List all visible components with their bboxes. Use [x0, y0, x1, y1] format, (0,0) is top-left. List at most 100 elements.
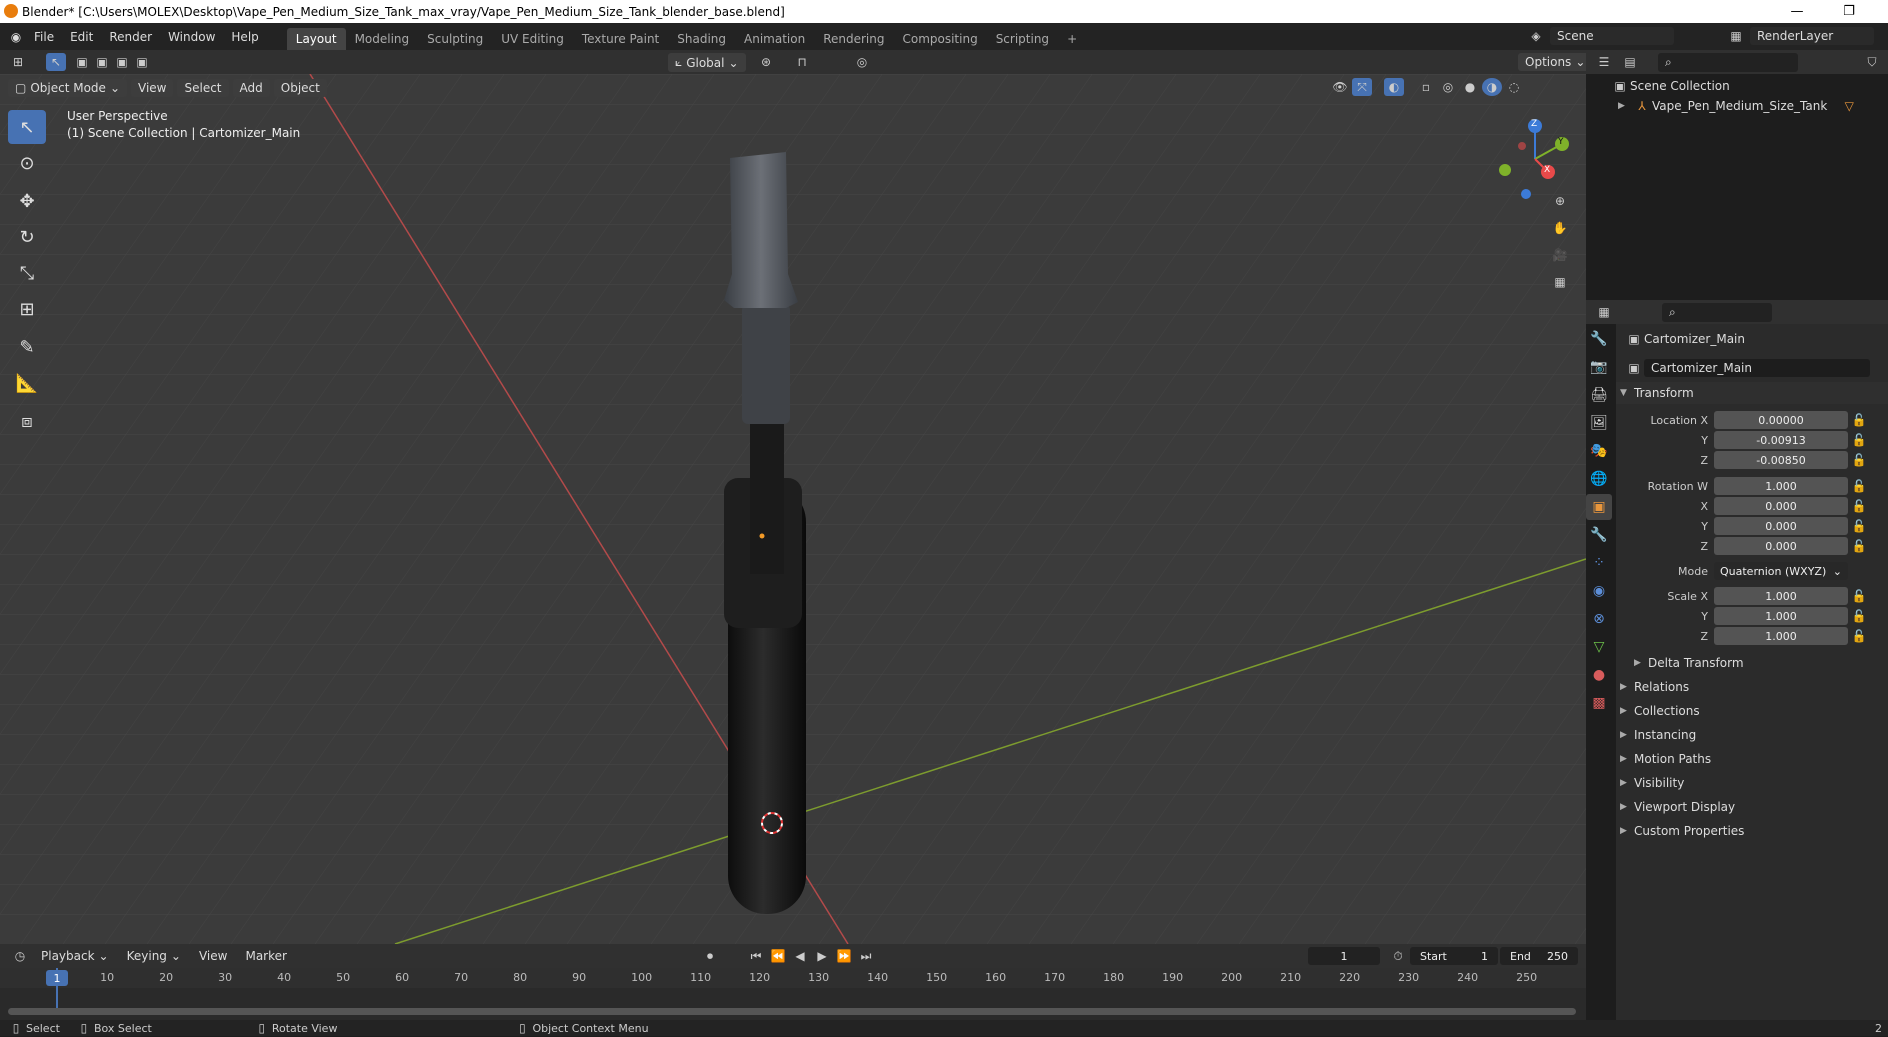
select-mode-extend-icon[interactable]: ▣: [92, 53, 112, 71]
visibility-icon[interactable]: 👁: [1330, 78, 1350, 96]
panel-collections[interactable]: ▶ Collections: [1616, 700, 1888, 722]
camera-view-icon[interactable]: 🎥: [1550, 246, 1570, 264]
tab-texture-paint[interactable]: Texture Paint: [573, 28, 668, 50]
navigation-gizmo[interactable]: Z Y X: [1490, 114, 1580, 204]
annotate-tool-icon[interactable]: ✎: [8, 330, 46, 364]
view-layer-tab-icon[interactable]: 🖼: [1586, 410, 1612, 436]
scene-tab-icon[interactable]: 🎭: [1586, 438, 1612, 464]
viewport-menu-view[interactable]: View: [131, 79, 174, 97]
renderlayer-field[interactable]: RenderLayer: [1750, 27, 1874, 45]
menu-edit[interactable]: Edit: [62, 30, 101, 44]
location-x-field[interactable]: 0.00000: [1714, 411, 1848, 429]
next-keyframe-icon[interactable]: ⏩: [834, 947, 854, 965]
physics-tab-icon[interactable]: ◉: [1586, 578, 1612, 604]
rendered-shading-icon[interactable]: ◌: [1504, 78, 1524, 96]
orientation-dropdown[interactable]: ⟀ Global ⌄: [668, 53, 746, 72]
properties-editor-icon[interactable]: ▦: [1594, 303, 1614, 321]
pan-hand-icon[interactable]: ✋: [1550, 219, 1570, 237]
tab-rendering[interactable]: Rendering: [814, 28, 893, 50]
options-button[interactable]: Options ⌄: [1518, 53, 1593, 71]
object-tab-icon[interactable]: ▣: [1586, 494, 1612, 520]
display-mode-icon[interactable]: ▤: [1620, 53, 1640, 71]
wireframe-shading-icon[interactable]: ◎: [1438, 78, 1458, 96]
ortho-grid-icon[interactable]: ▦: [1550, 273, 1570, 291]
rotation-w-field[interactable]: 1.000: [1714, 477, 1848, 495]
menu-render[interactable]: Render: [101, 30, 160, 44]
texture-tab-icon[interactable]: ▩: [1586, 690, 1612, 716]
timeline-menu-marker[interactable]: Marker: [238, 947, 293, 965]
scale-y-field[interactable]: 1.000: [1714, 607, 1848, 625]
viewport-menu-select[interactable]: Select: [177, 79, 229, 97]
lock-icon[interactable]: 🔓: [1852, 477, 1867, 495]
output-tab-icon[interactable]: 🖨: [1586, 382, 1612, 408]
panel-motion-paths[interactable]: ▶ Motion Paths: [1616, 748, 1888, 770]
transform-tool-icon[interactable]: ⊞: [8, 292, 46, 326]
panel-transform[interactable]: ▼ Transform: [1616, 382, 1888, 404]
lock-icon[interactable]: 🔓: [1852, 517, 1867, 535]
scale-z-field[interactable]: 1.000: [1714, 627, 1848, 645]
outliner-root[interactable]: ▣ Scene Collection: [1610, 76, 1888, 96]
playhead-frame-label[interactable]: 1: [46, 970, 68, 986]
lock-icon[interactable]: 🔓: [1852, 587, 1867, 605]
play-reverse-icon[interactable]: ◀: [790, 947, 810, 965]
minimize-button[interactable]: —: [1774, 0, 1820, 23]
blender-menu-icon[interactable]: ◉: [6, 28, 26, 46]
particles-tab-icon[interactable]: ⁘: [1586, 550, 1612, 576]
rotate-tool-icon[interactable]: ↻: [8, 220, 46, 254]
record-icon[interactable]: ⏺: [700, 947, 720, 965]
outliner-search-input[interactable]: ⌕: [1658, 52, 1798, 72]
scale-tool-icon[interactable]: ⤡: [8, 256, 46, 290]
mode-dropdown[interactable]: ▢ Object Mode ⌄: [8, 79, 127, 97]
location-z-field[interactable]: -0.00850: [1714, 451, 1848, 469]
lock-icon[interactable]: 🔓: [1852, 497, 1867, 515]
tab-uv-editing[interactable]: UV Editing: [492, 28, 573, 50]
jump-end-icon[interactable]: ⏭: [856, 947, 876, 965]
restore-button[interactable]: ❐: [1826, 0, 1872, 23]
xray-toggle-icon[interactable]: ▫: [1416, 78, 1436, 96]
frame-end-field[interactable]: End 250: [1500, 947, 1578, 965]
rotation-y-field[interactable]: 0.000: [1714, 517, 1848, 535]
tab-sculpting[interactable]: Sculpting: [418, 28, 492, 50]
frame-ruler[interactable]: 10 20 30 40 50 60 70 80 90 100 110 120 130 140 150 160 1…: [0, 968, 1586, 988]
tab-compositing[interactable]: Compositing: [893, 28, 986, 50]
stopwatch-icon[interactable]: ⏱: [1388, 947, 1408, 965]
timeline-scrollbar[interactable]: [8, 1008, 1576, 1015]
solid-shading-icon[interactable]: ●: [1460, 78, 1480, 96]
menu-help[interactable]: Help: [223, 30, 266, 44]
tool-tab-icon[interactable]: 🔧: [1586, 326, 1612, 352]
panel-custom-properties[interactable]: ▶ Custom Properties: [1616, 820, 1888, 842]
3d-viewport[interactable]: ▢ Object Mode ⌄ View Select Add Object 👁…: [0, 74, 1586, 944]
tab-animation[interactable]: Animation: [735, 28, 814, 50]
filter-icon[interactable]: ⛉: [1862, 53, 1882, 71]
add-workspace-button[interactable]: +: [1058, 28, 1086, 50]
viewport-menu-add[interactable]: Add: [232, 79, 270, 97]
panel-viewport-display[interactable]: ▶ Viewport Display: [1616, 796, 1888, 818]
material-tab-icon[interactable]: ●: [1586, 662, 1612, 688]
rotation-mode-dropdown[interactable]: Quaternion (WXYZ) ⌄: [1714, 562, 1848, 580]
jump-start-icon[interactable]: ⏮: [746, 947, 766, 965]
material-shading-icon[interactable]: ◑: [1482, 78, 1502, 96]
timeline-menu-keying[interactable]: Keying ⌄: [120, 947, 188, 965]
add-cube-tool-icon[interactable]: ⧈: [8, 404, 46, 438]
tab-modeling[interactable]: Modeling: [346, 28, 419, 50]
location-y-field[interactable]: -0.00913: [1714, 431, 1848, 449]
editor-type-icon[interactable]: ⊞: [8, 53, 28, 71]
expand-icon[interactable]: ▶: [1618, 101, 1632, 111]
timeline-editor-icon[interactable]: ◷: [10, 947, 30, 965]
timeline-menu-view[interactable]: View: [192, 947, 234, 965]
proportional-edit-icon[interactable]: ◎: [852, 53, 872, 71]
outliner-editor-icon[interactable]: ☰: [1594, 53, 1614, 71]
tab-layout[interactable]: Layout: [286, 28, 346, 50]
select-tool-icon[interactable]: ↖: [46, 53, 66, 71]
scale-x-field[interactable]: 1.000: [1714, 587, 1848, 605]
menu-window[interactable]: Window: [160, 30, 223, 44]
panel-instancing[interactable]: ▶ Instancing: [1616, 724, 1888, 746]
panel-visibility[interactable]: ▶ Visibility: [1616, 772, 1888, 794]
panel-delta-transform[interactable]: ▶ Delta Transform: [1616, 652, 1888, 674]
constraints-tab-icon[interactable]: ⊗: [1586, 606, 1612, 632]
frame-start-field[interactable]: Start 1: [1410, 947, 1498, 965]
select-box-tool-icon[interactable]: ↖: [8, 110, 46, 144]
pivot-icon[interactable]: ⊛: [756, 53, 776, 71]
properties-search-input[interactable]: ⌕: [1662, 302, 1772, 322]
outliner-item[interactable]: ▶ ⅄ Vape_Pen_Medium_Size_Tank ▽: [1610, 96, 1888, 116]
